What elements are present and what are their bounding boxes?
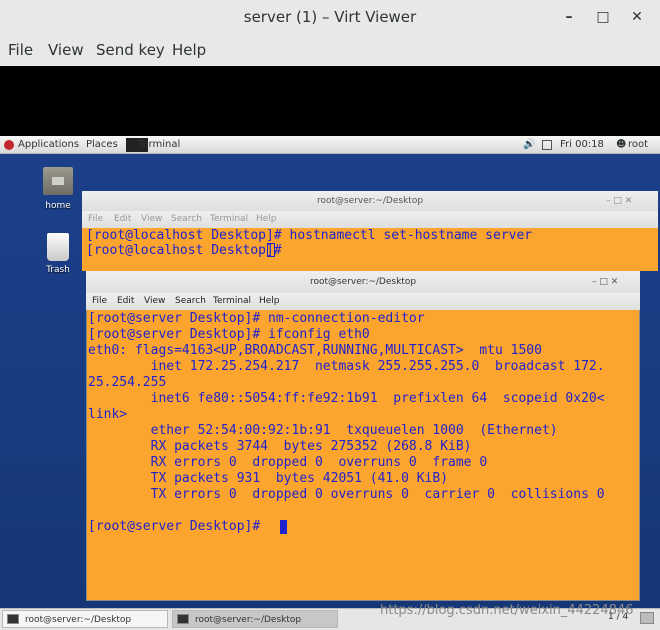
terminal-line: eth0: flags=4163<UP,BROADCAST,RUNNING,MU…: [88, 343, 542, 358]
trash-icon[interactable]: [47, 233, 69, 261]
menu-help[interactable]: Help: [172, 34, 206, 66]
places-menu[interactable]: Places: [86, 136, 118, 154]
taskbar-item-terminal-2[interactable]: root@server:~/Desktop: [172, 610, 338, 628]
terminal-front-menu-view[interactable]: View: [144, 296, 165, 306]
terminal-back-line-2: [root@localhost Desktop]#: [86, 243, 290, 258]
taskbar-item-terminal-1[interactable]: root@server:~/Desktop: [2, 610, 168, 628]
home-folder-icon[interactable]: [43, 167, 73, 195]
terminal-back-menu-search[interactable]: Search: [171, 214, 202, 224]
terminal-line: TX packets 931 bytes 42051 (41.0 KiB): [88, 471, 449, 486]
terminal-back-menu-edit[interactable]: Edit: [114, 214, 131, 224]
terminal-back-menu-file[interactable]: File: [88, 214, 103, 224]
terminal-line: ether 52:54:00:92:1b:91 txqueuelen 1000 …: [88, 423, 558, 438]
terminal-back-menu-view[interactable]: View: [141, 214, 162, 224]
terminal-line: RX errors 0 dropped 0 overruns 0 frame 0: [88, 455, 488, 470]
user-menu[interactable]: root: [628, 136, 648, 154]
terminal-line: inet 172.25.254.217 netmask 255.255.255.…: [88, 359, 605, 374]
terminal-back-menubar: [82, 211, 658, 228]
minimize-button[interactable]: –: [560, 8, 578, 26]
terminal-back-menu-help[interactable]: Help: [256, 214, 277, 224]
close-button[interactable]: ✕: [628, 8, 646, 26]
terminal-line: [root@server Desktop]# nm-connection-edi…: [88, 311, 425, 326]
menu-view[interactable]: View: [48, 34, 84, 66]
terminal-front-menu-terminal[interactable]: Terminal: [213, 296, 251, 306]
clock[interactable]: Fri 00:18: [560, 136, 604, 154]
terminal-front-menu-edit[interactable]: Edit: [117, 296, 134, 306]
terminal-back-cursor: [267, 243, 275, 257]
terminal-front-titlebar[interactable]: root@server:~/Desktop: [86, 271, 640, 293]
desktop-icon-label-trash[interactable]: Trash: [28, 265, 88, 275]
terminal-line: 25.254.255: [88, 375, 167, 390]
terminal-line: inet6 fe80::5054:ff:fe92:1b91 prefixlen …: [88, 391, 605, 406]
terminal-back-menu-terminal[interactable]: Terminal: [210, 214, 248, 224]
terminal-app-menu[interactable]: Terminal: [138, 136, 180, 154]
terminal-back-line-1: [root@localhost Desktop]# hostnamectl se…: [86, 228, 533, 243]
guest-display-area[interactable]: [0, 66, 660, 136]
maximize-button[interactable]: □: [594, 8, 612, 26]
terminal-cursor: [280, 520, 287, 534]
terminal-front-window-controls-icon[interactable]: – □ ✕: [592, 274, 638, 290]
terminal-icon: [177, 614, 189, 624]
menu-send-key[interactable]: Send key: [96, 34, 165, 66]
terminal-line: [root@server Desktop]# ifconfig eth0: [88, 327, 370, 342]
applications-menu[interactable]: Applications: [18, 136, 79, 154]
user-icon: ☻: [616, 139, 627, 150]
menu-file[interactable]: File: [8, 34, 33, 66]
terminal-line: link>: [88, 407, 128, 422]
terminal-front-menu-file[interactable]: File: [92, 296, 107, 306]
terminal-front-menu-help[interactable]: Help: [259, 296, 280, 306]
workspace-indicator[interactable]: 1 / 4: [608, 612, 628, 622]
terminal-line: RX packets 3744 bytes 275352 (268.8 KiB): [88, 439, 472, 454]
workspace-switcher-icon[interactable]: [640, 612, 654, 624]
terminal-line: TX errors 0 dropped 0 overruns 0 carrier…: [88, 487, 605, 502]
desktop-icon-label-home[interactable]: home: [28, 201, 88, 211]
watermark: https://blog.csdn.net/weixin_44224846: [380, 603, 634, 618]
terminal-back-titlebar[interactable]: root@server:~/Desktop: [82, 191, 658, 211]
terminal-front-menu-search[interactable]: Search: [175, 296, 206, 306]
terminal-back-window-controls-icon[interactable]: – □ ✕: [606, 193, 656, 209]
terminal-line: [root@server Desktop]#: [88, 519, 269, 534]
network-icon[interactable]: [542, 140, 552, 150]
applications-icon: [4, 140, 14, 150]
terminal-icon: [7, 614, 19, 624]
volume-icon[interactable]: 🔊: [523, 136, 535, 154]
terminal-front-menubar: [86, 293, 640, 310]
